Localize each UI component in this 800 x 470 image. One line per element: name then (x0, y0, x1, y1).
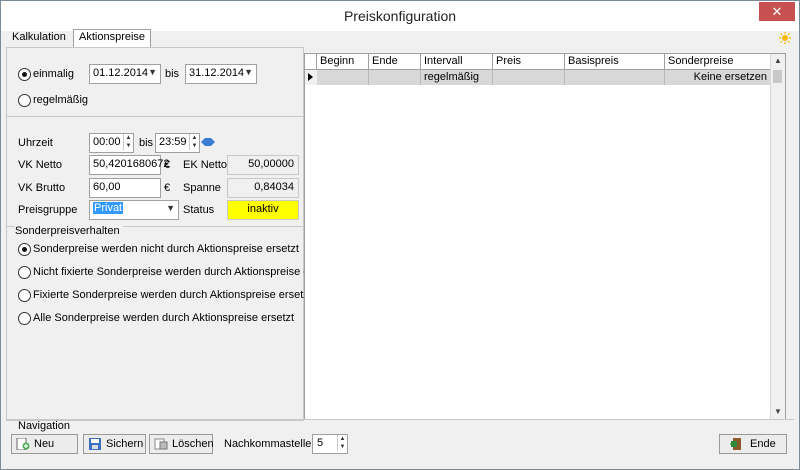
time-to-label: bis (139, 137, 154, 149)
einmalig-label: einmalig (33, 68, 74, 80)
to-date-value: 31.12.2014 (189, 67, 245, 79)
sonderpreis-option-2: Fixierte Sonderpreise werden durch Aktio… (33, 289, 312, 301)
chevron-down-icon: ▼ (244, 67, 253, 77)
expand-arrows-icon[interactable] (201, 136, 215, 148)
to-label: bis (165, 68, 180, 80)
vk-brutto-label: VK Brutto (18, 182, 66, 194)
vk-brutto-value: 60,00 (93, 181, 121, 193)
close-button[interactable]: ✕ (759, 2, 795, 21)
time-from-spinner[interactable]: ▲ ▼ (123, 134, 133, 150)
vertical-scrollbar[interactable]: ▲ ▼ (770, 54, 785, 419)
decimals-label: Nachkommastellen (224, 438, 318, 450)
save-icon (89, 438, 101, 450)
price-grid[interactable]: Beginn Ende Intervall Preis Basispreis S… (304, 53, 786, 420)
chevron-down-icon: ▼ (166, 203, 175, 213)
close-icon: ✕ (771, 4, 783, 19)
preisgruppe-label: Preisgruppe (18, 204, 78, 216)
end-button[interactable]: Ende (719, 434, 787, 454)
radio-einmalig[interactable] (18, 68, 31, 81)
spanne-field: 0,84034 (227, 178, 299, 198)
scroll-up-icon[interactable]: ▲ (771, 54, 785, 68)
column-header-intervall[interactable]: Intervall (421, 54, 493, 69)
grid-header: Beginn Ende Intervall Preis Basispreis S… (305, 54, 785, 70)
cell-preis[interactable] (493, 70, 565, 85)
time-to-input[interactable]: 23:59 ▲ ▼ (155, 133, 200, 153)
spanne-value: 0,84034 (254, 181, 294, 193)
decimals-spinner[interactable]: ▲ ▼ (337, 435, 347, 451)
status-value: inaktiv (247, 203, 279, 215)
left-panel: einmalig 01.12.2014 ▼ bis 31.12.2014 ▼ r… (6, 47, 336, 421)
status-label: Status (183, 204, 215, 216)
column-header-ende[interactable]: Ende (369, 54, 421, 69)
save-button[interactable]: Sichern (83, 434, 146, 454)
decimals-value: 5 (317, 437, 324, 449)
decimals-stepper[interactable]: 5 ▲ ▼ (312, 434, 348, 454)
regelmaessig-label: regelmäßig (33, 94, 89, 106)
column-header-preis[interactable]: Preis (493, 54, 565, 69)
spanne-label: Spanne (183, 182, 221, 194)
delete-button[interactable]: Löschen (149, 434, 214, 454)
tab-aktionspreise[interactable]: Aktionspreise (73, 29, 152, 47)
scroll-thumb[interactable] (773, 70, 782, 83)
radio-regelmaessig[interactable] (18, 94, 31, 107)
cell-basispreis[interactable] (565, 70, 665, 85)
cell-sonderpreise[interactable]: Keine ersetzen (665, 70, 771, 85)
ek-netto-field: 50,00000 (227, 155, 299, 175)
status-badge: inaktiv (227, 200, 299, 220)
cell-beginn[interactable] (317, 70, 369, 85)
vk-netto-value: 50,4201680672 (93, 158, 170, 170)
time-from-input[interactable]: 00:00 ▲ ▼ (89, 133, 134, 153)
scroll-down-icon[interactable]: ▼ (771, 405, 785, 419)
new-button-label: Neu (34, 438, 55, 450)
radio-sonderpreis-1[interactable] (18, 266, 31, 279)
title-bar: Preiskonfiguration ✕ (1, 1, 799, 31)
grid-corner (305, 54, 317, 69)
from-date-picker[interactable]: 01.12.2014 ▼ (89, 64, 161, 84)
preisgruppe-select[interactable]: Privat ▼ (89, 200, 179, 220)
new-document-icon (16, 438, 30, 450)
sonderpreis-group-title: Sonderpreisverhalten (15, 225, 123, 237)
time-to-spinner[interactable]: ▲ ▼ (189, 134, 199, 150)
delete-icon (154, 438, 168, 450)
vk-netto-label: VK Netto (18, 159, 63, 171)
preisgruppe-value: Privat (93, 202, 124, 214)
column-header-sonderpreise[interactable]: Sonderpreise (665, 54, 771, 69)
tab-kalkulation[interactable]: Kalkulation (7, 30, 71, 45)
column-header-basispreis[interactable]: Basispreis (565, 54, 665, 69)
from-date-value: 01.12.2014 (93, 67, 149, 79)
navigation-title: Navigation (18, 420, 70, 432)
sonderpreis-option-1: Nicht fixierte Sonderpreise werden durch… (33, 266, 337, 278)
table-row[interactable]: regelmäßig Keine ersetzen (317, 70, 771, 85)
navigation-bar: Navigation Neu Sichern Löschen Nachkomma… (6, 419, 794, 462)
new-button[interactable]: Neu (11, 434, 78, 454)
window-title: Preiskonfiguration (343, 8, 457, 24)
radio-sonderpreis-0[interactable] (18, 243, 31, 256)
ek-netto-value: 50,00000 (248, 158, 294, 170)
time-from-value: 00:00 (93, 136, 121, 148)
ek-netto-label: EK Netto (183, 159, 228, 171)
delete-button-label: Löschen (172, 438, 214, 450)
separator (7, 116, 303, 117)
cell-intervall[interactable]: regelmäßig (421, 70, 493, 85)
exit-icon (730, 438, 741, 450)
to-date-picker[interactable]: 31.12.2014 ▼ (185, 64, 257, 84)
tab-bar: Kalkulation Aktionspreise (5, 29, 795, 47)
end-button-label: Ende (750, 438, 776, 450)
vk-brutto-currency: € (164, 182, 171, 194)
sonderpreis-option-0: Sonderpreise werden nicht durch Aktionsp… (33, 243, 299, 255)
save-button-label: Sichern (106, 438, 144, 450)
sun-icon[interactable] (779, 32, 791, 44)
time-to-value: 23:59 (159, 136, 187, 148)
column-header-beginn[interactable]: Beginn (317, 54, 369, 69)
radio-sonderpreis-2[interactable] (18, 289, 31, 302)
vk-brutto-input[interactable]: 60,00 (89, 178, 161, 198)
vk-netto-currency: € (164, 159, 171, 171)
chevron-down-icon: ▼ (148, 67, 157, 77)
sonderpreis-option-3: Alle Sonderpreise werden durch Aktionspr… (33, 312, 295, 324)
vk-netto-input[interactable]: 50,4201680672 (89, 155, 169, 175)
radio-sonderpreis-3[interactable] (18, 312, 31, 325)
main-window: Preiskonfiguration ✕ Kalkulation Aktions… (0, 0, 800, 470)
time-label: Uhrzeit (18, 137, 53, 149)
cell-ende[interactable] (369, 70, 421, 85)
